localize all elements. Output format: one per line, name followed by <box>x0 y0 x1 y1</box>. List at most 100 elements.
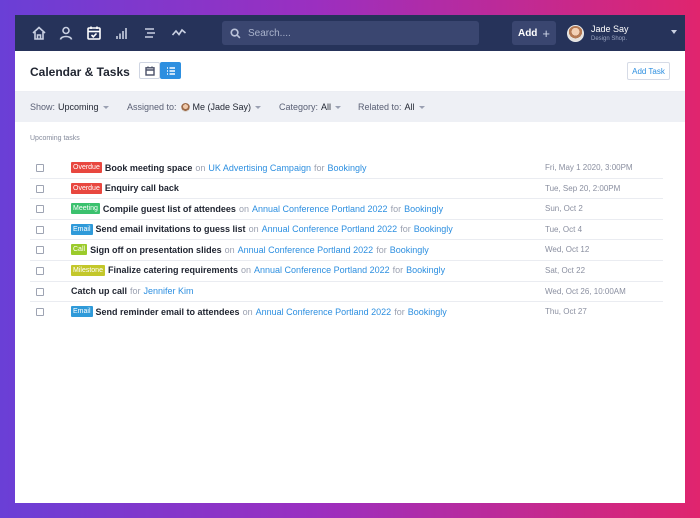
task-title[interactable]: Sign off on presentation slides <box>90 245 222 255</box>
related-link[interactable]: Bookingly <box>406 265 445 275</box>
chevron-down-icon[interactable] <box>671 30 677 34</box>
task-title[interactable]: Book meeting space <box>105 163 193 173</box>
related-link[interactable]: Bookingly <box>408 307 447 317</box>
project-link[interactable]: UK Advertising Campaign <box>208 163 311 173</box>
category-filter[interactable]: Category: All <box>279 102 342 112</box>
search-bar[interactable] <box>222 21 479 45</box>
task-summary: Call Sign off on presentation slides on Ann… <box>71 244 429 256</box>
task-type-badge: Email <box>71 306 93 318</box>
task-type-badge: Call <box>71 244 88 256</box>
task-title[interactable]: Send email invitations to guess list <box>96 224 246 234</box>
section-label: Upcoming tasks <box>30 135 80 142</box>
project-link[interactable]: Annual Conference Portland 2022 <box>254 265 390 275</box>
task-due-date: Wed, Oct 26, 10:00AM <box>545 286 626 296</box>
for-text: for <box>313 162 325 173</box>
task-summary: Catch up call for Jennifer Kim <box>71 286 194 296</box>
show-filter-label: Show: <box>30 102 56 112</box>
task-title[interactable]: Send reminder email to attendees <box>96 307 240 317</box>
related-link[interactable]: Bookingly <box>327 163 366 173</box>
related-link[interactable]: Bookingly <box>404 204 443 214</box>
on-text: on <box>224 244 235 255</box>
add-button[interactable]: Add + <box>512 21 556 45</box>
on-text: on <box>195 162 206 173</box>
user-company: Design Shop. <box>591 35 628 42</box>
related-link[interactable]: Bookingly <box>390 245 429 255</box>
task-checkbox[interactable] <box>36 246 44 255</box>
for-text: for <box>400 224 411 235</box>
assigned-filter[interactable]: Assigned to: Me (Jade Say) <box>127 102 262 112</box>
avatar <box>180 102 190 112</box>
list-view-icon <box>166 66 175 75</box>
category-filter-value: All <box>321 102 332 112</box>
task-due-date: Sun, Oct 2 <box>545 204 583 214</box>
task-checkbox[interactable] <box>36 205 44 214</box>
task-due-date: Tue, Sep 20, 2:00PM <box>545 183 621 193</box>
user-menu[interactable]: Jade Say Design Shop. <box>567 21 677 45</box>
related-filter[interactable]: Related to: All <box>358 102 425 112</box>
home-icon[interactable] <box>29 23 49 43</box>
task-title[interactable]: Catch up call <box>71 286 127 296</box>
for-text: for <box>392 265 404 276</box>
activity-icon[interactable] <box>169 23 189 43</box>
add-task-button[interactable]: Add Task <box>627 62 670 80</box>
calendar-view-button[interactable] <box>139 62 160 79</box>
user-name: Jade Say <box>591 23 629 34</box>
project-link[interactable]: Annual Conference Portland 2022 <box>262 224 398 234</box>
top-nav-bar: Add + Jade Say Design Shop. <box>15 15 685 51</box>
bar-chart-icon[interactable] <box>112 23 132 43</box>
task-type-badge: Overdue <box>71 162 102 173</box>
assigned-filter-label: Assigned to: <box>127 102 177 112</box>
task-due-date: Wed, Oct 12 <box>545 245 590 255</box>
search-input[interactable] <box>248 27 448 39</box>
table-row[interactable]: Email Send email invitations to guess lis… <box>30 220 663 241</box>
show-filter[interactable]: Show: Upcoming <box>30 102 109 112</box>
plus-icon: + <box>542 25 551 41</box>
task-summary: Overdue Enquiry call back <box>71 182 179 194</box>
page-header: Calendar & Tasks Add Task <box>15 51 685 92</box>
chevron-down-icon <box>255 105 262 109</box>
table-row[interactable]: Milestone Finalize catering requirements o… <box>30 261 663 282</box>
task-checkbox[interactable] <box>36 164 44 172</box>
task-title[interactable]: Finalize catering requirements <box>108 265 238 275</box>
task-summary: Milestone Finalize catering requirements o… <box>71 264 445 276</box>
task-title[interactable]: Compile guest list of attendees <box>103 204 236 214</box>
related-filter-label: Related to: <box>358 102 402 112</box>
related-link[interactable]: Jennifer Kim <box>144 286 194 296</box>
project-link[interactable]: Annual Conference Portland 2022 <box>252 204 388 214</box>
on-text: on <box>242 306 253 317</box>
task-checkbox[interactable] <box>36 287 44 296</box>
project-link[interactable]: Annual Conference Portland 2022 <box>256 307 392 317</box>
avatar <box>567 24 584 42</box>
task-checkbox[interactable] <box>36 266 44 275</box>
related-link[interactable]: Bookingly <box>414 224 453 234</box>
task-checkbox[interactable] <box>36 225 44 234</box>
task-due-date: Sat, Oct 22 <box>545 265 586 275</box>
add-button-label: Add <box>517 27 538 39</box>
table-row[interactable]: Overdue Enquiry call back Tue, Sep 20, 2:0… <box>30 179 663 200</box>
show-filter-value: Upcoming <box>58 102 99 112</box>
task-due-date: Thu, Oct 27 <box>545 307 587 317</box>
task-checkbox[interactable] <box>36 184 44 193</box>
list-icon[interactable] <box>140 23 160 43</box>
list-view-button[interactable] <box>160 62 181 79</box>
for-text: for <box>390 203 402 214</box>
for-text: for <box>130 285 141 296</box>
user-icon[interactable] <box>56 23 76 43</box>
table-row[interactable]: Email Send reminder email to attendees on A… <box>30 302 663 323</box>
calendar-check-icon[interactable] <box>84 23 104 43</box>
project-link[interactable]: Annual Conference Portland 2022 <box>238 245 374 255</box>
related-filter-value: All <box>404 102 415 112</box>
table-row[interactable]: Overdue Book meeting space on UK Advertisin… <box>30 158 663 179</box>
task-due-date: Tue, Oct 4 <box>545 224 583 234</box>
table-row[interactable]: Call Sign off on presentation slides on Ann… <box>30 240 663 261</box>
task-due-date: Fri, May 1 2020, 3:00PM <box>545 163 633 172</box>
task-list: Overdue Book meeting space on UK Advertisin… <box>30 158 663 323</box>
task-summary: Overdue Book meeting space on UK Advertisin… <box>71 162 367 173</box>
table-row[interactable]: Catch up call for Jennifer Kim Wed, Oct 26,… <box>30 282 663 303</box>
chevron-down-icon <box>335 105 342 109</box>
table-row[interactable]: Meeting Compile guest list of attendees on… <box>30 199 663 220</box>
task-summary: Meeting Compile guest list of attendees on… <box>71 203 443 215</box>
task-checkbox[interactable] <box>36 308 44 317</box>
task-title[interactable]: Enquiry call back <box>105 183 179 193</box>
filter-bar: Show: Upcoming Assigned to: Me (Jade Say… <box>15 92 685 122</box>
